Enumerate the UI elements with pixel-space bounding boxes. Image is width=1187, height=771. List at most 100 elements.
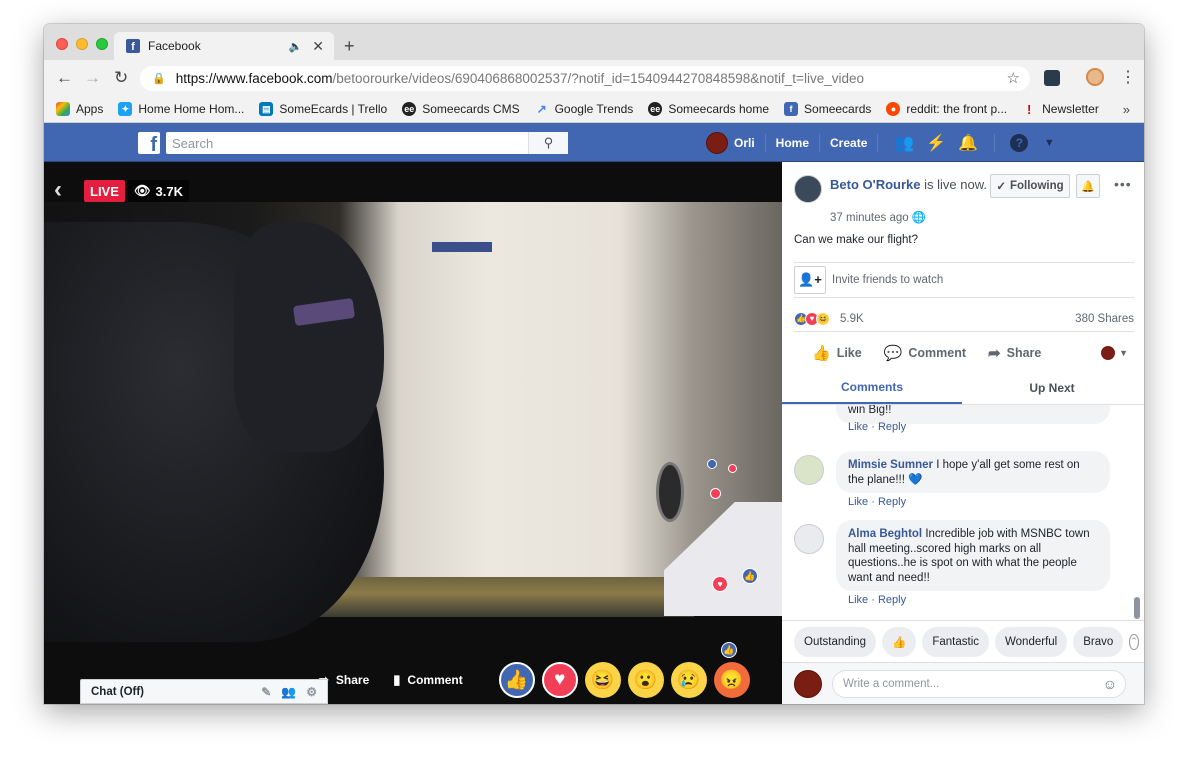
reaction-wow-button[interactable]: 😮 bbox=[627, 662, 664, 698]
like-label: Like bbox=[836, 346, 862, 360]
minimize-window-button[interactable] bbox=[76, 38, 88, 50]
reaction-haha-button[interactable]: 😆 bbox=[584, 662, 621, 698]
reaction-angry-button[interactable]: 😠 bbox=[713, 662, 750, 698]
bookmark-google-trends[interactable]: ↗ Google Trends bbox=[535, 102, 634, 116]
shares-count[interactable]: 380 Shares bbox=[1075, 313, 1134, 325]
reaction-love-button[interactable]: ♥ bbox=[541, 662, 578, 698]
bookmark-someecards-cms[interactable]: ee Someecards CMS bbox=[402, 102, 520, 116]
live-status-text: is live now. bbox=[924, 177, 987, 192]
commenter-name-link[interactable]: Mimsie Sumner bbox=[848, 459, 933, 471]
extension-icon[interactable] bbox=[1044, 70, 1060, 86]
comments-scrollbar[interactable] bbox=[1134, 597, 1140, 619]
comment-reply-link[interactable]: Reply bbox=[878, 594, 906, 606]
bookmark-trello[interactable]: ▤ SomeEcards | Trello bbox=[259, 102, 387, 116]
tab-up-next[interactable]: Up Next bbox=[962, 372, 1142, 404]
back-arrow-icon[interactable]: ← bbox=[56, 68, 73, 88]
bookmark-someecards-home[interactable]: ee Someecards home bbox=[648, 102, 769, 116]
bookmark-reddit[interactable]: ● reddit: the front p... bbox=[886, 102, 1007, 116]
chevron-up-icon[interactable]: ⌃ bbox=[1129, 633, 1139, 650]
comment-input[interactable]: Write a comment... ☺ bbox=[832, 669, 1126, 698]
comment-button[interactable]: 💬 Comment bbox=[884, 344, 966, 362]
bookmark-someecards[interactable]: f Someecards bbox=[784, 102, 871, 116]
chat-settings-gear-icon[interactable]: ⚙ bbox=[306, 685, 317, 699]
comment-reply-link[interactable]: Reply bbox=[878, 421, 906, 433]
quick-reply-chip[interactable]: Bravo bbox=[1073, 626, 1124, 657]
bookmark-label: SomeEcards | Trello bbox=[279, 102, 388, 116]
tab-comments[interactable]: Comments bbox=[782, 372, 962, 404]
bookmarks-overflow-icon[interactable]: » bbox=[1123, 102, 1130, 117]
bookmark-apps[interactable]: Apps bbox=[56, 102, 103, 116]
like-thumb-icon: 👍 bbox=[504, 670, 529, 691]
like-button[interactable]: 👍 Like bbox=[812, 344, 862, 362]
post-timestamp[interactable]: 37 minutes ago 🌐 bbox=[830, 210, 926, 224]
floating-love-icon bbox=[728, 464, 737, 473]
nav-divider bbox=[994, 133, 996, 152]
messenger-icon[interactable]: ⚡ bbox=[925, 132, 947, 154]
close-window-button[interactable] bbox=[56, 38, 68, 50]
reaction-like-button[interactable]: 👍 bbox=[498, 662, 535, 698]
following-button[interactable]: ✓ Following bbox=[990, 174, 1070, 198]
new-tab-icon[interactable]: + bbox=[344, 36, 355, 57]
search-input[interactable]: Search ⚲ bbox=[166, 132, 568, 154]
bookmark-home[interactable]: ✦ Home Home Hom... bbox=[118, 102, 244, 116]
search-icon[interactable]: ⚲ bbox=[528, 132, 568, 154]
video-frame bbox=[44, 202, 782, 642]
notifications-bell-icon[interactable]: 🔔 bbox=[957, 132, 979, 154]
bookmark-star-icon[interactable]: ☆ bbox=[1007, 69, 1020, 87]
video-back-chevron-icon[interactable]: ‹ bbox=[54, 176, 62, 204]
comment-like-link[interactable]: Like bbox=[848, 421, 868, 433]
video-scene-sign bbox=[432, 242, 492, 252]
author-avatar[interactable] bbox=[794, 175, 822, 203]
comment-actions: Like · Reply bbox=[848, 594, 907, 606]
live-video-player[interactable]: ‹ LIVE 👁3.7K ♥ 👍 👍 ➦Share ▮Comment 👍 ♥ 😆… bbox=[44, 162, 782, 704]
address-bar[interactable]: 🔒 https://www.facebook.com/betoorourke/v… bbox=[140, 66, 1030, 91]
create-link[interactable]: Create bbox=[830, 136, 867, 150]
group-chat-icon[interactable]: 👥 bbox=[281, 685, 296, 699]
quick-reply-chip[interactable]: Outstanding bbox=[794, 626, 877, 657]
help-icon[interactable]: ? bbox=[1010, 133, 1029, 152]
bookmark-label: Someecards home bbox=[668, 102, 770, 116]
add-friend-icon: 👤+ bbox=[794, 266, 826, 294]
user-avatar[interactable] bbox=[706, 131, 728, 154]
new-message-icon[interactable]: ✎ bbox=[261, 685, 271, 699]
quick-reply-chip[interactable]: Fantastic bbox=[922, 626, 990, 657]
post-as-selector[interactable]: ▼ bbox=[1101, 346, 1128, 360]
commenter-avatar[interactable] bbox=[794, 455, 824, 485]
reaction-sad-button[interactable]: 😢 bbox=[670, 662, 707, 698]
account-dropdown-icon[interactable]: ▼ bbox=[1038, 132, 1060, 154]
share-icon: ➦ bbox=[988, 345, 1001, 362]
invite-friends-button[interactable]: 👤+ Invite friends to watch bbox=[794, 262, 1134, 298]
bell-icon: 🔔 bbox=[1081, 180, 1095, 193]
quick-reply-chip[interactable]: 👍 bbox=[882, 626, 917, 657]
checkmark-icon: ✓ bbox=[996, 181, 1006, 193]
maximize-window-button[interactable] bbox=[96, 38, 108, 50]
author-name-link[interactable]: Beto O'Rourke bbox=[830, 177, 921, 192]
comment-like-link[interactable]: Like bbox=[848, 496, 868, 508]
floating-like-icon bbox=[707, 459, 717, 469]
home-link[interactable]: Home bbox=[776, 136, 809, 150]
browser-tab-facebook[interactable]: f Facebook 🔈 ✕ bbox=[114, 32, 334, 60]
user-name-link[interactable]: Orli bbox=[734, 136, 755, 150]
notification-bell-button[interactable]: 🔔 bbox=[1076, 174, 1100, 198]
comment-reply-link[interactable]: Reply bbox=[878, 496, 906, 508]
speaker-icon[interactable]: 🔈 bbox=[289, 40, 303, 53]
forward-arrow-icon[interactable]: → bbox=[84, 68, 101, 88]
share-button[interactable]: ➦ Share bbox=[988, 344, 1041, 362]
profile-avatar-icon[interactable] bbox=[1086, 68, 1104, 86]
reload-icon[interactable]: ↻ bbox=[114, 68, 128, 88]
more-options-icon[interactable]: ••• bbox=[1114, 176, 1132, 192]
commenter-avatar[interactable] bbox=[794, 524, 824, 554]
chat-sidebar-tab[interactable]: Chat (Off) ✎ 👥 ⚙ bbox=[80, 679, 328, 704]
bookmark-newsletter[interactable]: ! Newsletter bbox=[1022, 102, 1099, 117]
quick-reply-chip[interactable]: Wonderful bbox=[995, 626, 1068, 657]
friend-requests-icon[interactable]: 👥 bbox=[893, 132, 915, 154]
reaction-count[interactable]: 5.9K bbox=[840, 313, 864, 325]
comment-like-link[interactable]: Like bbox=[848, 594, 868, 606]
facebook-logo-icon[interactable]: f bbox=[138, 132, 160, 154]
bookmark-label: reddit: the front p... bbox=[906, 102, 1008, 116]
commenter-name-link[interactable]: Alma Beghtol bbox=[848, 528, 922, 540]
close-tab-icon[interactable]: ✕ bbox=[312, 38, 324, 55]
browser-menu-icon[interactable]: ⋮ bbox=[1120, 67, 1136, 87]
video-comment-button[interactable]: ▮ Comment bbox=[393, 672, 463, 688]
emoji-smiley-icon[interactable]: ☺ bbox=[1103, 676, 1117, 692]
